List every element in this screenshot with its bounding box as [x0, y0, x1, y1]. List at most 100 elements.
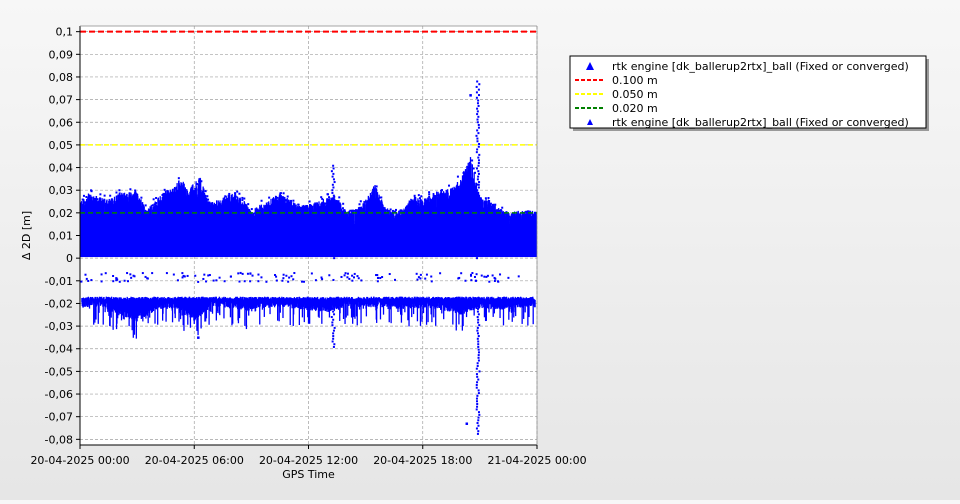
data-point	[477, 345, 480, 348]
data-point	[221, 201, 224, 204]
data-point	[460, 183, 463, 186]
data-point	[477, 99, 480, 102]
data-point	[172, 273, 175, 276]
data-point	[197, 280, 200, 283]
data-point	[298, 219, 301, 222]
data-point	[476, 129, 479, 132]
data-point	[464, 279, 467, 282]
data-point	[477, 186, 480, 189]
data-point	[331, 189, 334, 192]
data-point	[331, 321, 334, 324]
data-point	[428, 202, 431, 205]
data-point	[351, 274, 354, 277]
data-point	[394, 208, 397, 211]
data-point	[471, 272, 474, 275]
data-point	[155, 196, 158, 199]
data-point	[405, 217, 408, 220]
data-point	[478, 413, 481, 416]
data-point	[476, 432, 479, 435]
data-point	[112, 274, 115, 277]
data-point	[348, 218, 351, 221]
data-point	[477, 354, 480, 357]
data-point	[205, 212, 208, 215]
data-point	[224, 206, 227, 209]
y-tick-label: -0,01	[45, 275, 73, 288]
data-point	[383, 217, 386, 220]
data-point	[388, 220, 391, 223]
data-point	[98, 199, 101, 202]
y-tick-label: -0,04	[45, 343, 73, 356]
data-point	[441, 189, 444, 192]
data-point	[476, 251, 479, 254]
data-point	[330, 316, 333, 319]
data-point	[476, 316, 479, 319]
data-point	[81, 214, 84, 217]
data-point	[164, 195, 167, 198]
data-point	[477, 202, 480, 205]
data-point	[289, 203, 292, 206]
data-point	[504, 216, 507, 219]
data-point	[234, 195, 237, 198]
data-point	[203, 202, 206, 205]
data-point	[331, 251, 334, 254]
data-point	[249, 280, 252, 283]
data-point	[104, 272, 107, 275]
data-point	[477, 411, 480, 414]
data-point	[118, 208, 121, 211]
data-point	[333, 248, 336, 251]
data-point	[433, 198, 436, 201]
data-point	[209, 204, 212, 207]
y-tick-label: 0,1	[56, 26, 74, 39]
data-point	[357, 277, 360, 280]
y-tick-label: -0,07	[45, 411, 73, 424]
data-point	[476, 257, 479, 260]
data-point	[351, 210, 354, 213]
data-point	[145, 214, 148, 217]
data-point	[208, 274, 211, 277]
data-point	[332, 310, 335, 313]
data-point	[127, 280, 130, 283]
data-point	[241, 272, 244, 275]
chart-svg: -0,08 -0,07 -0,06 -0,05 -0,04 -0,03 -0,02 -0,01…	[20, 25, 929, 481]
data-point	[241, 206, 244, 209]
data-point	[84, 204, 87, 207]
data-point	[469, 273, 472, 276]
data-point	[478, 243, 481, 246]
data-point	[397, 214, 400, 217]
data-point	[174, 187, 177, 190]
data-point	[475, 273, 478, 276]
data-point	[475, 91, 478, 94]
data-point	[107, 213, 110, 216]
data-point	[275, 279, 278, 282]
data-point	[329, 203, 332, 206]
data-point	[194, 274, 197, 277]
data-point	[332, 318, 335, 321]
data-point	[117, 194, 120, 197]
data-point	[477, 213, 480, 216]
data-point	[332, 219, 335, 222]
data-point	[477, 132, 480, 135]
data-point	[477, 246, 480, 249]
data-point	[445, 199, 448, 202]
data-point	[283, 196, 286, 199]
data-point	[527, 216, 530, 219]
x-axis-label: GPS Time	[282, 468, 335, 481]
data-point	[116, 209, 119, 212]
data-point	[454, 203, 457, 206]
data-point	[241, 199, 244, 202]
data-point	[204, 190, 207, 193]
data-point	[191, 199, 194, 202]
data-point	[419, 277, 422, 280]
data-point	[112, 280, 115, 283]
data-point	[321, 197, 324, 200]
data-point	[377, 276, 380, 279]
data-point	[130, 276, 133, 279]
data-point	[333, 326, 336, 329]
data-point	[357, 217, 360, 220]
data-point	[477, 123, 480, 126]
data-point	[333, 210, 336, 213]
data-point	[352, 276, 355, 279]
data-point	[476, 118, 479, 121]
data-point	[477, 145, 480, 148]
data-point	[478, 153, 481, 156]
